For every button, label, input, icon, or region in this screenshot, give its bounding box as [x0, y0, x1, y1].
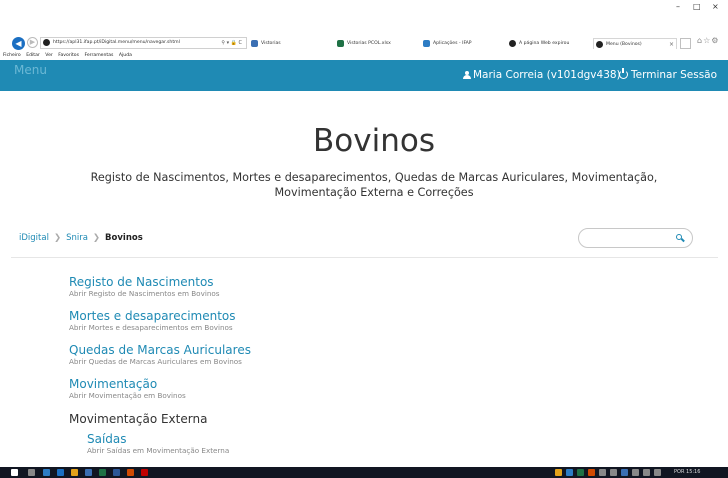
- menu-item-mortes-desaparecimentos[interactable]: Mortes e desaparecimentos Abrir Mortes e…: [69, 309, 236, 333]
- tab-menu-bovinos[interactable]: Menu (Bovinos) ×: [593, 38, 677, 49]
- address-tools-icon[interactable]: ⚲ ▾ 🔒 C: [221, 38, 242, 48]
- app-taskbar-icon[interactable]: [127, 469, 134, 476]
- section-movimentacao-externa: Movimentação Externa: [69, 412, 208, 426]
- excel-icon: [337, 40, 344, 47]
- excel-taskbar-icon[interactable]: [99, 469, 106, 476]
- maximize-button[interactable]: □: [693, 2, 701, 11]
- menu-favoritos[interactable]: Favoritos: [58, 53, 79, 58]
- store-icon[interactable]: [85, 469, 92, 476]
- tab-label: Vistorias: [261, 41, 281, 46]
- breadcrumb-separator-icon: ❯: [53, 233, 62, 243]
- tab-label: Vistorias PCOL.xlsx: [347, 41, 391, 46]
- site-header: Menu Maria Correia (v101dgv438) Terminar…: [0, 60, 728, 91]
- task-view-icon[interactable]: [43, 469, 50, 476]
- search-input[interactable]: [587, 231, 672, 245]
- user-name: Maria Correia (v101dgv438): [473, 69, 621, 81]
- menu-item-title[interactable]: Quedas de Marcas Auriculares: [69, 343, 251, 357]
- logout-label: Terminar Sessão: [631, 69, 718, 81]
- tray-icon[interactable]: [654, 469, 661, 476]
- start-windows-icon[interactable]: [11, 469, 18, 476]
- user-icon: [463, 71, 471, 79]
- pdf-taskbar-icon[interactable]: [141, 469, 148, 476]
- tray-icon[interactable]: [610, 469, 617, 476]
- breadcrumb-separator-icon: ❯: [92, 233, 101, 243]
- tray-icon[interactable]: [566, 469, 573, 476]
- breadcrumb-current: Bovinos: [105, 233, 143, 243]
- menu-ficheiro[interactable]: Ficheiro: [3, 53, 21, 58]
- menu-item-description: Abrir Registo de Nascimentos em Bovinos: [69, 289, 220, 298]
- breadcrumb-idigital[interactable]: iDigital: [19, 233, 49, 243]
- breadcrumb-snira[interactable]: Snira: [66, 233, 88, 243]
- tab-pagina-expirou[interactable]: A página Web expirou: [507, 38, 587, 49]
- power-icon: [619, 68, 628, 79]
- search-taskbar-icon[interactable]: [28, 469, 35, 476]
- menu-item-description: Abrir Movimentação em Bovinos: [69, 391, 186, 400]
- menu-item-title[interactable]: Movimentação: [69, 377, 186, 391]
- tray-icon[interactable]: [588, 469, 595, 476]
- tab-icon: [596, 41, 603, 48]
- word-taskbar-icon[interactable]: [113, 469, 120, 476]
- taskbar-clock[interactable]: POR 15:16: [674, 468, 700, 477]
- site-icon: [43, 39, 50, 46]
- tab-vistorias[interactable]: Vistorias: [249, 38, 329, 49]
- close-tab-icon[interactable]: ×: [669, 39, 674, 49]
- menu-ferramentas[interactable]: Ferramentas: [84, 53, 113, 58]
- menu-item-movimentacao[interactable]: Movimentação Abrir Movimentação em Bovin…: [69, 377, 186, 401]
- address-url: https://apl31.ifap.pt/iDigital.menu/menu…: [53, 40, 180, 45]
- window-titlebar: – □ ×: [0, 0, 728, 30]
- menu-item-title[interactable]: Saídas: [87, 432, 229, 446]
- menu-item-title[interactable]: Mortes e desaparecimentos: [69, 309, 236, 323]
- search-box: [578, 228, 693, 248]
- tab-label: Aplicações - IFAP: [433, 41, 472, 46]
- tab-label: Menu (Bovinos): [606, 42, 642, 47]
- address-bar[interactable]: https://apl31.ifap.pt/iDigital.menu/menu…: [40, 37, 247, 49]
- tab-icon: [509, 40, 516, 47]
- back-button[interactable]: ◀: [12, 37, 25, 50]
- tray-icon[interactable]: [599, 469, 606, 476]
- windows-taskbar: POR 15:16: [0, 467, 728, 478]
- tab-aplicacoes[interactable]: Aplicações - IFAP: [421, 38, 501, 49]
- menu-item-title[interactable]: Registo de Nascimentos: [69, 275, 220, 289]
- tab-vistorias-xlsx[interactable]: Vistorias PCOL.xlsx: [335, 38, 415, 49]
- close-window-button[interactable]: ×: [712, 2, 719, 11]
- menu-item-saidas[interactable]: Saídas Abrir Saídas em Movimentação Exte…: [87, 432, 229, 456]
- menu-item-registo-nascimentos[interactable]: Registo de Nascimentos Abrir Registo de …: [69, 275, 220, 299]
- tray-icon[interactable]: [555, 469, 562, 476]
- menu-item-description: Abrir Saídas em Movimentação Externa: [87, 446, 230, 455]
- settings-gear-icon[interactable]: ⚙: [711, 36, 719, 45]
- menu-editar[interactable]: Editar: [26, 53, 40, 58]
- new-tab-button[interactable]: [680, 38, 691, 49]
- tray-icon[interactable]: [577, 469, 584, 476]
- logout-button[interactable]: Terminar Sessão: [619, 68, 718, 81]
- menu-item-description: Abrir Mortes e desaparecimentos em Bovin…: [69, 323, 233, 332]
- browser-tools: ⌂☆⚙: [697, 36, 719, 45]
- network-icon[interactable]: [632, 469, 639, 476]
- page-title: Bovinos: [313, 123, 435, 159]
- menu-item-quedas-marcas[interactable]: Quedas de Marcas Auriculares Abrir Queda…: [69, 343, 251, 367]
- volume-icon[interactable]: [643, 469, 650, 476]
- breadcrumb: iDigital ❯ Snira ❯ Bovinos: [19, 233, 143, 243]
- edge-icon[interactable]: [57, 469, 64, 476]
- tab-label: A página Web expirou: [519, 41, 570, 46]
- forward-button[interactable]: ▶: [27, 37, 38, 48]
- tab-icon: [423, 40, 430, 47]
- browser-menubar: Ficheiro Editar Ver Favoritos Ferramenta…: [0, 51, 728, 60]
- menu-ver[interactable]: Ver: [45, 53, 53, 58]
- search-icon[interactable]: [676, 234, 685, 242]
- tray-icon[interactable]: [621, 469, 628, 476]
- divider: [11, 257, 718, 258]
- user-menu[interactable]: Maria Correia (v101dgv438): [463, 69, 621, 81]
- brand-menu-link[interactable]: Menu: [14, 63, 47, 77]
- menu-ajuda[interactable]: Ajuda: [119, 53, 132, 58]
- minimize-button[interactable]: –: [676, 2, 680, 11]
- file-explorer-icon[interactable]: [71, 469, 78, 476]
- menu-item-description: Abrir Quedas de Marcas Auriculares em Bo…: [69, 357, 242, 366]
- tab-icon: [251, 40, 258, 47]
- page-subtitle: Registo de Nascimentos, Mortes e desapar…: [90, 171, 658, 199]
